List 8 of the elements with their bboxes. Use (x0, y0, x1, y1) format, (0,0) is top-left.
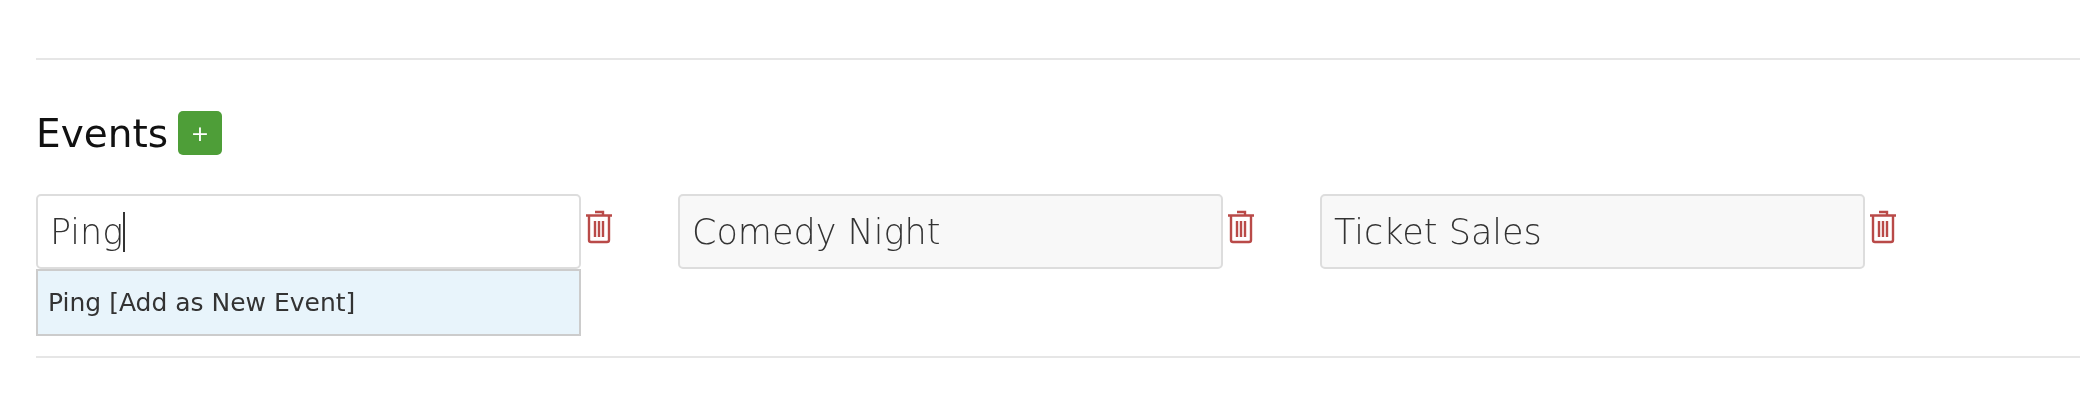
trash-icon[interactable] (584, 208, 614, 244)
input-field[interactable]: Ticket Sales (1320, 194, 1865, 269)
trash-icon[interactable] (1868, 208, 1898, 244)
section-title: Events (36, 110, 169, 156)
input-field[interactable]: Ping (36, 194, 581, 269)
input-field[interactable]: Comedy Night (678, 194, 1223, 269)
suggestion-item[interactable]: Ping [Add as New Event] (36, 269, 581, 336)
trash-icon[interactable] (1226, 208, 1256, 244)
